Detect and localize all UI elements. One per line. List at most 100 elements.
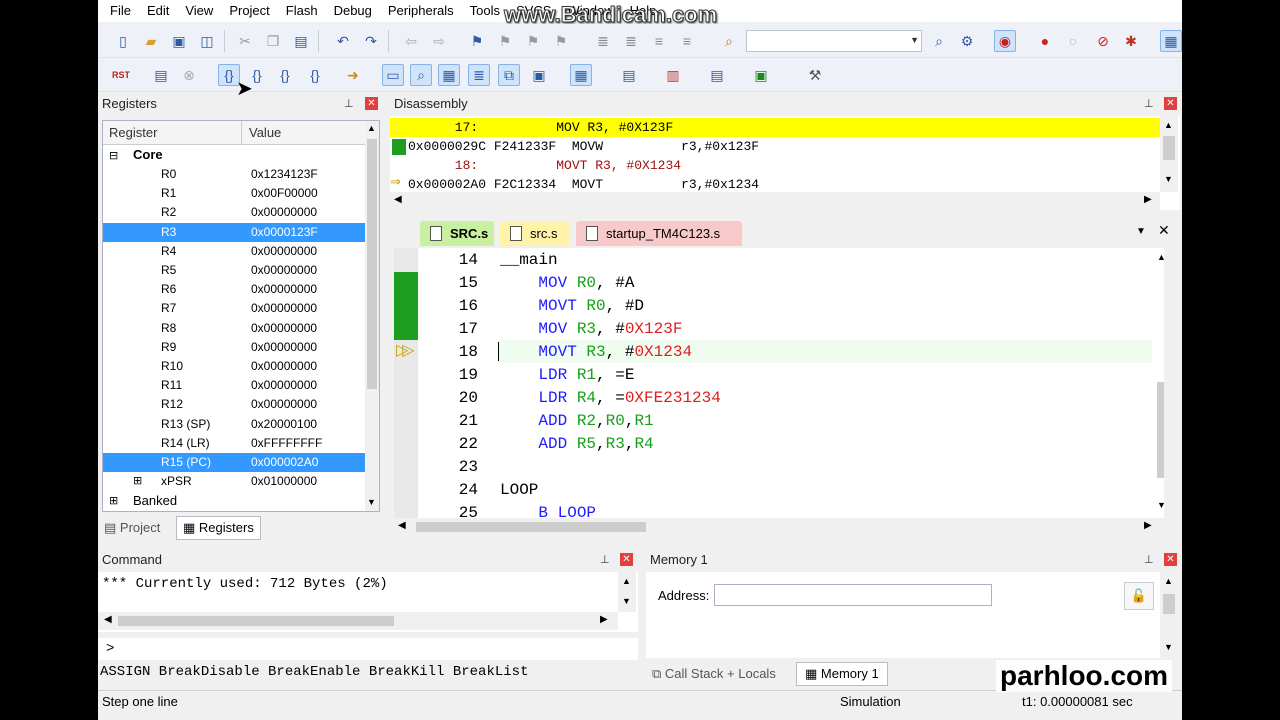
code-line[interactable]: 21 ADD R2,R0,R1 bbox=[394, 410, 1164, 433]
open-folder-icon[interactable]: ▰ bbox=[140, 30, 162, 52]
register-value[interactable]: 0x00000000 bbox=[251, 299, 317, 318]
group-banked[interactable]: Banked bbox=[133, 493, 177, 508]
register-value[interactable]: 0x00000000 bbox=[251, 261, 317, 280]
run-icon[interactable]: ▤ bbox=[150, 64, 172, 86]
comment-icon[interactable]: ≡ bbox=[648, 30, 670, 52]
register-row[interactable]: R2 0x00000000 bbox=[103, 203, 365, 222]
pin-icon[interactable]: ⊥ bbox=[600, 553, 610, 566]
kill-all-breakpoints-icon[interactable]: ✱ bbox=[1120, 30, 1142, 52]
find-in-files-icon[interactable]: ⌕ bbox=[718, 30, 740, 52]
save-icon[interactable]: ▣ bbox=[168, 30, 190, 52]
code-line[interactable]: 19 LDR R1, =E bbox=[394, 364, 1164, 387]
column-register[interactable]: Register bbox=[109, 125, 157, 140]
column-value[interactable]: Value bbox=[249, 125, 281, 140]
address-input[interactable] bbox=[714, 584, 992, 606]
command-hscrollbar[interactable]: ◀ ▶ bbox=[98, 612, 618, 630]
disasm-line[interactable]: 18: MOVT R3, #0X1234 bbox=[408, 156, 681, 175]
call-stack-icon[interactable]: ⧉ bbox=[498, 64, 520, 86]
group-core[interactable]: Core bbox=[133, 147, 163, 162]
trace-window-icon[interactable]: ▤ bbox=[706, 64, 728, 86]
cut-icon[interactable]: ✂ bbox=[234, 30, 256, 52]
tab-list-chevron-down-icon[interactable]: ▼ bbox=[1136, 226, 1146, 237]
register-row[interactable]: R9 0x00000000 bbox=[103, 338, 365, 357]
disassembly-hscrollbar[interactable]: ◀ ▶ bbox=[390, 192, 1160, 210]
menu-project[interactable]: Project bbox=[221, 1, 277, 21]
register-value[interactable]: 0x00000000 bbox=[251, 203, 317, 222]
editor-scrollbar[interactable]: ▲ ▼ bbox=[1154, 248, 1164, 518]
register-row[interactable]: R8 0x00000000 bbox=[103, 319, 365, 338]
code-line[interactable]: 22 ADD R5,R3,R4 bbox=[394, 433, 1164, 456]
collapse-core-icon[interactable]: ⊟ bbox=[109, 149, 118, 162]
register-row[interactable]: R5 0x00000000 bbox=[103, 261, 365, 280]
debug-settings-icon[interactable]: ⚙ bbox=[956, 30, 978, 52]
find-icon[interactable]: ⌕ bbox=[928, 30, 950, 52]
register-value[interactable]: 0x01000000 bbox=[251, 472, 317, 491]
close-editor-icon[interactable]: ✕ bbox=[1158, 222, 1170, 239]
register-row[interactable]: R10 0x00000000 bbox=[103, 357, 365, 376]
code-editor[interactable]: ▷▷ 14 __main 15 MOV R0, #A 16 MOVT R0, #D 17… bbox=[394, 248, 1164, 518]
register-row[interactable]: R15 (PC) 0x000002A0 bbox=[103, 453, 365, 472]
code-line[interactable]: 24 LOOP bbox=[394, 479, 1164, 502]
prev-bookmark-icon[interactable]: ⚑ bbox=[494, 30, 516, 52]
expand-banked-icon[interactable]: ⊞ bbox=[109, 494, 118, 507]
register-value[interactable]: 0x00F00000 bbox=[251, 184, 318, 203]
menu-peripherals[interactable]: Peripherals bbox=[380, 1, 462, 21]
register-value[interactable]: 0x00000000 bbox=[251, 338, 317, 357]
register-value[interactable]: 0x1234123F bbox=[251, 165, 318, 184]
memory-scrollbar[interactable]: ▲ ▼ bbox=[1160, 572, 1178, 658]
show-next-statement-icon[interactable]: ➜ bbox=[342, 64, 364, 86]
undo-icon[interactable]: ↶ bbox=[332, 30, 354, 52]
watch-window-icon[interactable]: ▣ bbox=[528, 64, 550, 86]
system-viewer-icon[interactable]: ▣ bbox=[750, 64, 772, 86]
tab-src-s-active[interactable]: SRC.s bbox=[420, 221, 494, 246]
copy-icon[interactable]: ❐ bbox=[262, 30, 284, 52]
close-icon[interactable]: ✕ bbox=[365, 97, 378, 110]
memory-window-icon[interactable]: ▦ bbox=[570, 64, 592, 86]
find-combo[interactable]: ▼ bbox=[746, 30, 922, 52]
menu-tools[interactable]: Tools bbox=[462, 1, 508, 21]
enable-breakpoint-icon[interactable]: ○ bbox=[1062, 30, 1084, 52]
start-debug-icon[interactable]: ◉ bbox=[994, 30, 1016, 52]
register-row[interactable]: R12 0x00000000 bbox=[103, 395, 365, 414]
register-value[interactable]: 0x00000000 bbox=[251, 242, 317, 261]
next-bookmark-icon[interactable]: ⚑ bbox=[522, 30, 544, 52]
register-value[interactable]: 0x000002A0 bbox=[251, 453, 365, 472]
scroll-thumb[interactable] bbox=[367, 139, 377, 389]
clear-bookmarks-icon[interactable]: ⚑ bbox=[550, 30, 572, 52]
lock-icon[interactable]: 🔓 bbox=[1124, 582, 1154, 610]
close-icon[interactable]: ✕ bbox=[1164, 97, 1177, 110]
code-line[interactable]: 17 MOV R3, #0X123F bbox=[394, 318, 1164, 341]
register-row[interactable]: R6 0x00000000 bbox=[103, 280, 365, 299]
unindent-icon[interactable]: ≣ bbox=[620, 30, 642, 52]
menu-debug[interactable]: Debug bbox=[326, 1, 380, 21]
editor-hscrollbar[interactable]: ◀ ▶ bbox=[394, 518, 1164, 536]
navigate-forward-icon[interactable]: ⇨ bbox=[428, 30, 450, 52]
registers-window-icon[interactable]: ≣ bbox=[468, 64, 490, 86]
register-value[interactable]: 0x00000000 bbox=[251, 357, 317, 376]
save-all-icon[interactable]: ◫ bbox=[196, 30, 218, 52]
close-icon[interactable]: ✕ bbox=[620, 553, 633, 566]
disasm-line[interactable]: 17: MOV R3, #0X123F bbox=[408, 118, 673, 137]
register-value[interactable]: 0x00000000 bbox=[251, 280, 317, 299]
register-row[interactable]: R0 0x1234123F bbox=[103, 165, 365, 184]
menu-flash[interactable]: Flash bbox=[278, 1, 326, 21]
register-value[interactable]: 0x20000100 bbox=[251, 415, 317, 434]
command-scrollbar[interactable]: ▲ ▼ bbox=[618, 572, 636, 612]
pin-icon[interactable]: ⊥ bbox=[344, 97, 354, 110]
code-line[interactable]: 25 B LOOP bbox=[394, 502, 1164, 518]
register-row[interactable]: R3 0x0000123F bbox=[103, 222, 365, 242]
tab-src-s[interactable]: src.s bbox=[500, 221, 570, 246]
register-row[interactable]: ⊞ xPSR 0x01000000 bbox=[103, 472, 365, 491]
code-line[interactable]: 18 MOVT R3, #0X1234 bbox=[394, 341, 1164, 364]
menu-file[interactable]: File bbox=[102, 1, 139, 21]
register-value[interactable]: 0x00000000 bbox=[251, 376, 317, 395]
run-to-cursor-icon[interactable]: {} bbox=[304, 64, 326, 86]
register-row[interactable]: R14 (LR) 0xFFFFFFFF bbox=[103, 434, 365, 453]
command-window-icon[interactable]: ▭ bbox=[382, 64, 404, 86]
registers-scrollbar[interactable]: ▲ ▼ bbox=[365, 121, 379, 511]
menu-edit[interactable]: Edit bbox=[139, 1, 177, 21]
disable-all-breakpoints-icon[interactable]: ⊘ bbox=[1092, 30, 1114, 52]
register-row[interactable]: R7 0x00000000 bbox=[103, 299, 365, 318]
serial-window-icon[interactable]: ▤ bbox=[618, 64, 640, 86]
code-line[interactable]: 20 LDR R4, =0XFE231234 bbox=[394, 387, 1164, 410]
